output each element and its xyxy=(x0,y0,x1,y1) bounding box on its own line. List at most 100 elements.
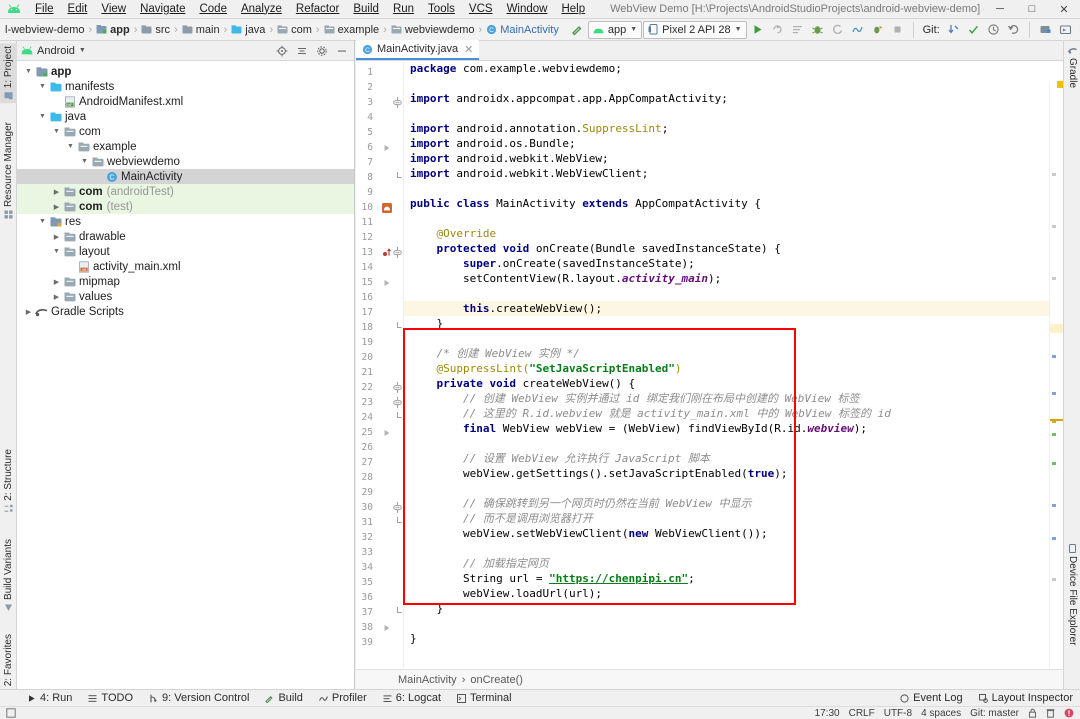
fold-end-icon[interactable] xyxy=(392,170,403,185)
breadcrumb-item-src[interactable]: src xyxy=(138,21,173,39)
layout-inspector-icon[interactable] xyxy=(1076,20,1080,39)
code-line[interactable]: this.createWebView(); xyxy=(404,301,1063,316)
status-git-branch[interactable]: Git: master xyxy=(970,708,1019,719)
maximize-button[interactable]: □ xyxy=(1016,0,1048,19)
tree-item-res[interactable]: ▼ res xyxy=(17,214,354,229)
code-line[interactable]: String url = "https://chenpipi.cn"; xyxy=(404,571,1063,586)
profiler-icon[interactable] xyxy=(848,20,867,39)
debug-icon[interactable] xyxy=(808,20,827,39)
close-icon[interactable]: ✕ xyxy=(464,43,473,56)
collapse-all-icon[interactable] xyxy=(294,43,310,59)
apply-changes-icon[interactable] xyxy=(768,20,787,39)
run-configuration-selector[interactable]: app ▼ xyxy=(587,20,643,39)
code-line[interactable]: } xyxy=(404,316,1063,331)
tree-item-com[interactable]: ▶ com (androidTest) xyxy=(17,184,354,199)
status-encoding[interactable]: UTF-8 xyxy=(884,708,912,719)
chevron-down-icon[interactable]: ▼ xyxy=(79,47,86,54)
menu-help[interactable]: Help xyxy=(554,1,592,18)
code-line[interactable] xyxy=(404,76,1063,91)
status-indent[interactable]: 4 spaces xyxy=(921,708,961,719)
tree-item-drawable[interactable]: ▶ drawable xyxy=(17,229,354,244)
chevron-down-icon[interactable]: ▼ xyxy=(23,64,34,79)
code-line[interactable]: package com.example.webviewdemo; xyxy=(404,61,1063,76)
sdk-manager-icon[interactable] xyxy=(1036,20,1055,39)
status-line-separator[interactable]: CRLF xyxy=(849,708,875,719)
avd-manager-icon[interactable] xyxy=(1056,20,1075,39)
error-badge-icon[interactable] xyxy=(1064,708,1074,718)
chevron-down-icon[interactable]: ▼ xyxy=(37,109,48,124)
bottom-tab-event-log[interactable]: Event Log xyxy=(893,690,970,707)
code-line[interactable]: // 确保跳转到另一个网页时仍然在当前 WebView 中显示 xyxy=(404,496,1063,511)
read-only-lock-icon[interactable] xyxy=(1028,708,1037,718)
breadcrumb-item-example[interactable]: example xyxy=(321,21,383,39)
apply-code-changes-icon[interactable] xyxy=(788,20,807,39)
tree-item-manifests[interactable]: ▼ manifests xyxy=(17,79,354,94)
locate-icon[interactable] xyxy=(274,43,290,59)
chevron-down-icon[interactable]: ▼ xyxy=(65,139,76,154)
device-selector[interactable]: Pixel 2 API 28 ▼ xyxy=(643,20,747,39)
menu-view[interactable]: View xyxy=(94,1,133,18)
breadcrumb-item-mainactivity[interactable]: C MainActivity xyxy=(483,21,562,39)
sidebar-item-build-variants[interactable]: Build Variants xyxy=(0,536,17,615)
code-line[interactable]: private void createWebView() { xyxy=(404,376,1063,391)
update-project-icon[interactable] xyxy=(944,20,963,39)
code-line[interactable]: // 创建 WebView 实例并通过 id 绑定我们刚在布局中创建的 WebV… xyxy=(404,391,1063,406)
code-line[interactable] xyxy=(404,436,1063,451)
code-line[interactable] xyxy=(404,331,1063,346)
code-line[interactable]: @Override xyxy=(404,226,1063,241)
tree-item-layout[interactable]: ▼ layout xyxy=(17,244,354,259)
project-view-selector[interactable]: Android xyxy=(37,45,75,57)
hide-panel-icon[interactable] xyxy=(334,43,350,59)
run-button[interactable] xyxy=(748,20,767,39)
tree-item-values[interactable]: ▶ values xyxy=(17,289,354,304)
code-line[interactable]: import android.webkit.WebView; xyxy=(404,151,1063,166)
code-line[interactable] xyxy=(404,106,1063,121)
menu-tools[interactable]: Tools xyxy=(421,1,462,18)
code-line[interactable] xyxy=(404,286,1063,301)
chevron-right-icon[interactable]: ▶ xyxy=(51,184,62,199)
tree-item-com[interactable]: ▼ com xyxy=(17,124,354,139)
chevron-right-icon[interactable]: ▶ xyxy=(51,199,62,214)
code-editor[interactable]: 1 2 3 4 5 6 7 8 9 10 11 12 13 14 15 16 17 18 19 20 21 22 23 24 2… xyxy=(356,61,1063,668)
code-line[interactable] xyxy=(404,541,1063,556)
code-line[interactable]: import android.os.Bundle; xyxy=(404,136,1063,151)
editor-breadcrumb-class[interactable]: MainActivity xyxy=(398,674,457,686)
menu-navigate[interactable]: Navigate xyxy=(133,1,192,18)
fold-end-icon[interactable] xyxy=(392,605,403,620)
bottom-tab-version-control[interactable]: 9: Version Control xyxy=(142,690,256,707)
breadcrumb-item-webviewdemo[interactable]: webviewdemo xyxy=(388,21,478,39)
run-with-coverage-icon[interactable] xyxy=(868,20,887,39)
code-line[interactable]: public class MainActivity extends AppCom… xyxy=(404,196,1063,211)
breadcrumb-item-main[interactable]: main xyxy=(179,21,223,39)
menu-run[interactable]: Run xyxy=(386,1,421,18)
sidebar-item-gradle[interactable]: Gradle xyxy=(1064,43,1080,91)
code-line[interactable]: } xyxy=(404,631,1063,646)
breadcrumb-item-com[interactable]: com xyxy=(274,21,315,39)
code-line[interactable]: /* 创建 WebView 实例 */ xyxy=(404,346,1063,361)
bottom-tab-layout-inspector[interactable]: Layout Inspector xyxy=(972,690,1080,707)
code-line[interactable] xyxy=(404,616,1063,631)
editor-marker-strip[interactable] xyxy=(1049,81,1063,668)
menu-build[interactable]: Build xyxy=(346,1,386,18)
chevron-down-icon[interactable]: ▼ xyxy=(37,79,48,94)
tree-item-app[interactable]: ▼ app xyxy=(17,64,354,79)
tree-item-java[interactable]: ▼ java xyxy=(17,109,354,124)
history-icon[interactable] xyxy=(984,20,1003,39)
bottom-tab-run[interactable]: 4: Run xyxy=(20,690,79,707)
menu-analyze[interactable]: Analyze xyxy=(234,1,289,18)
code-line[interactable]: import android.annotation.SuppressLint; xyxy=(404,121,1063,136)
tree-item-androidmanifest-xml[interactable]: MF AndroidManifest.xml xyxy=(17,94,354,109)
code-line[interactable] xyxy=(404,181,1063,196)
tree-item-gradle-scripts[interactable]: ▶ Gradle Scripts xyxy=(17,304,354,319)
code-line[interactable]: super.onCreate(savedInstanceState); xyxy=(404,256,1063,271)
menu-refactor[interactable]: Refactor xyxy=(289,1,346,18)
tree-item-activity-main-xml[interactable]: XB activity_main.xml xyxy=(17,259,354,274)
sidebar-item-project[interactable]: 1: Project xyxy=(0,43,17,104)
editor-breadcrumb-method[interactable]: onCreate() xyxy=(470,674,523,686)
fold-start-icon[interactable] xyxy=(392,395,403,410)
chevron-down-icon[interactable]: ▼ xyxy=(51,244,62,259)
fold-end-icon[interactable] xyxy=(392,410,403,425)
bottom-tab-logcat[interactable]: 6: Logcat xyxy=(376,690,448,707)
chevron-down-icon[interactable]: ▼ xyxy=(51,124,62,139)
tree-item-example[interactable]: ▼ example xyxy=(17,139,354,154)
